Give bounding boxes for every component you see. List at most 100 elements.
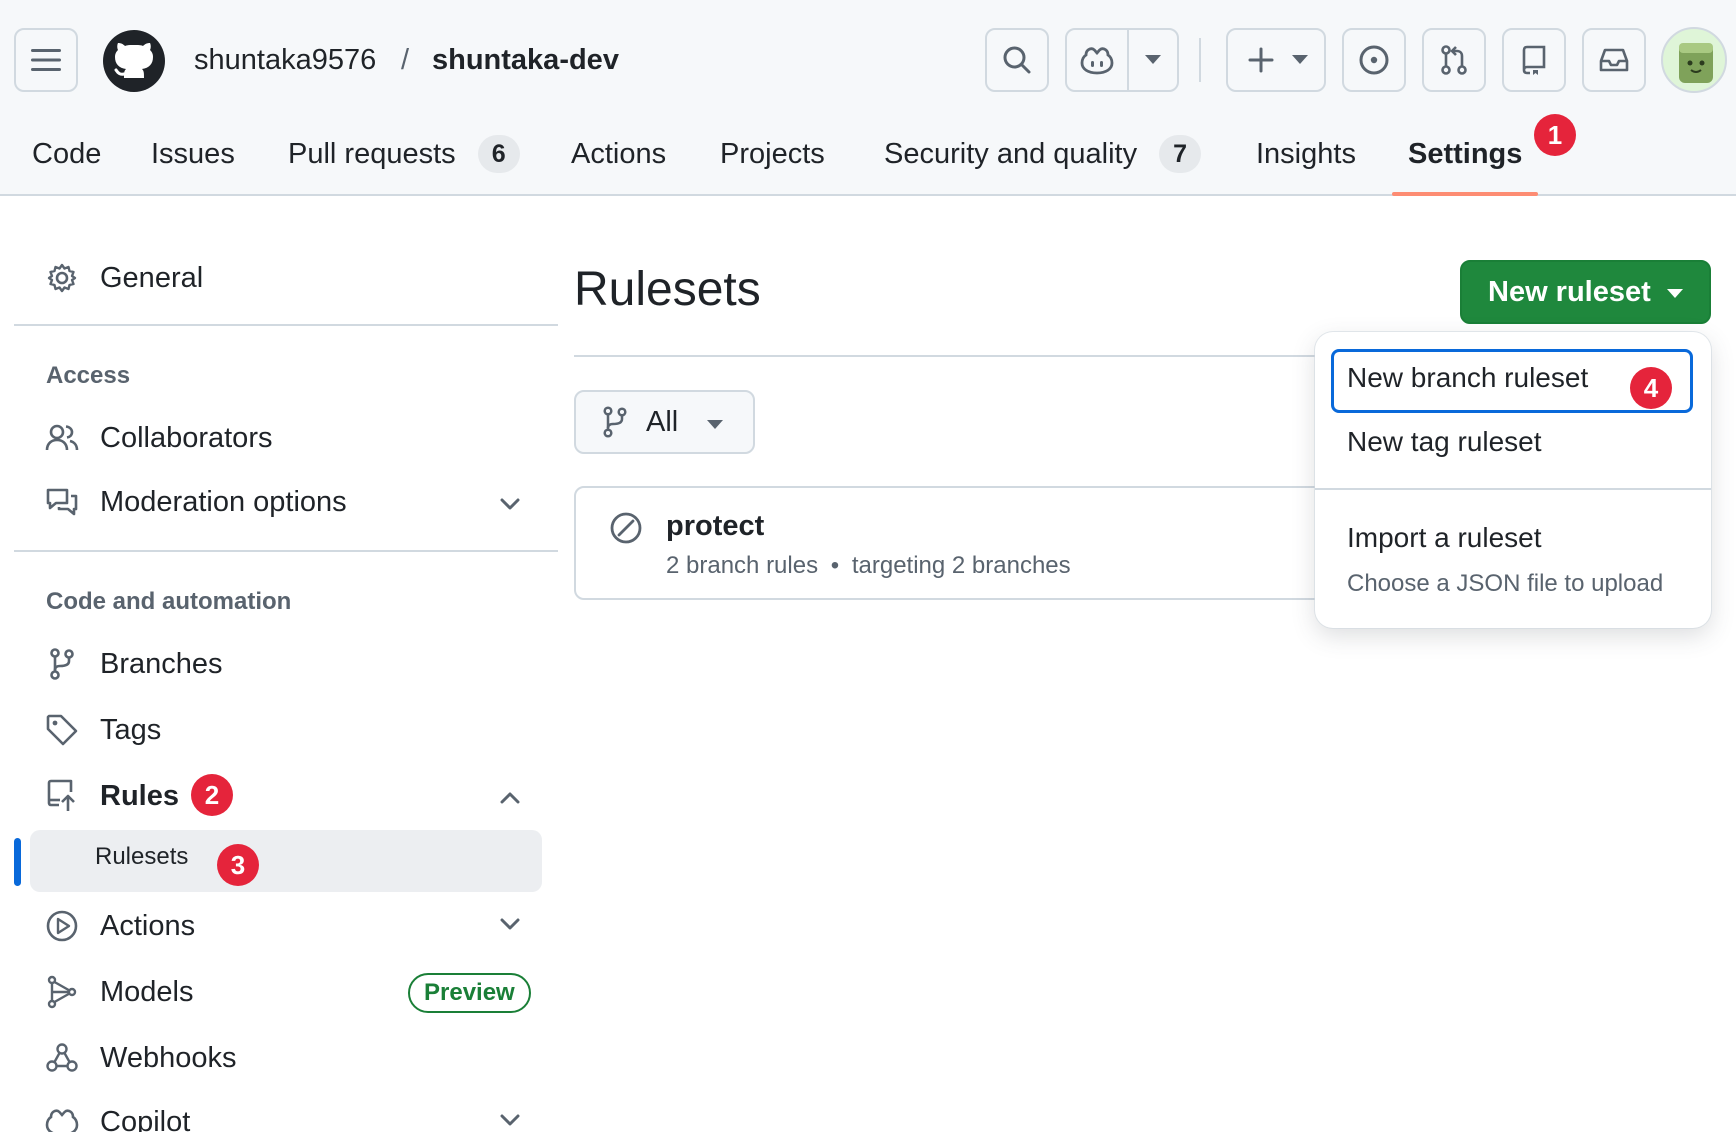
user-avatar[interactable] (1661, 27, 1727, 93)
step-badge-1: 1 (1534, 114, 1576, 156)
copilot-button[interactable] (1067, 45, 1127, 75)
ruleset-targets: targeting 2 branches (851, 552, 1071, 579)
sidebar-item-label: Actions (100, 909, 196, 942)
sidebar-item-label: Copilot (100, 1105, 191, 1132)
step-badge-3: 3 (217, 844, 259, 886)
tab-label: Projects (720, 137, 825, 170)
new-ruleset-label: New ruleset (1488, 275, 1651, 308)
tab-settings[interactable]: Settings (1408, 130, 1522, 178)
repo-nav-tabs: Code Issues Pull requests 6 Actions Proj… (0, 120, 1736, 196)
issue-icon (1359, 45, 1389, 75)
tab-issues[interactable]: Issues (151, 130, 235, 178)
active-indicator (14, 838, 21, 886)
menu-item-new-branch-ruleset[interactable]: New branch ruleset (1347, 362, 1588, 394)
repo-push-icon (44, 778, 80, 814)
filter-value: All (646, 405, 679, 438)
new-ruleset-button[interactable]: New ruleset (1460, 260, 1711, 324)
chevron-down-icon (1667, 289, 1683, 298)
tab-label: Insights (1256, 137, 1356, 170)
pull-requests-button[interactable] (1422, 28, 1486, 92)
sidebar-item-copilot[interactable]: Copilot (44, 1096, 190, 1132)
repo-icon (1522, 45, 1546, 75)
tab-insights[interactable]: Insights (1256, 130, 1356, 178)
sidebar-item-general[interactable]: General (44, 252, 203, 304)
create-new-button[interactable] (1226, 28, 1326, 92)
sidebar-heading-access: Access (46, 362, 131, 389)
sidebar-item-label: General (100, 261, 204, 294)
play-icon (44, 908, 80, 944)
copilot-icon (44, 1104, 80, 1132)
ruleset-meta: 2 branch rules • targeting 2 branches (666, 552, 1071, 580)
chevron-down-icon[interactable] (494, 908, 526, 940)
tab-pull-requests[interactable]: Pull requests 6 (288, 130, 520, 178)
sidebar-item-models[interactable]: Models (44, 966, 194, 1018)
meta-separator: • (830, 552, 840, 579)
branch-icon (44, 646, 80, 682)
menu-item-import-ruleset[interactable]: Import a ruleset (1347, 522, 1542, 554)
tab-label: Actions (571, 137, 667, 170)
target-filter-select[interactable]: All (574, 390, 755, 454)
hamburger-menu-icon (31, 49, 61, 71)
sidebar-item-rules[interactable]: Rules (44, 770, 179, 822)
chevron-down-icon (1292, 55, 1308, 64)
chevron-up-icon[interactable] (494, 782, 526, 814)
avatar-image (1679, 43, 1713, 83)
sidebar-item-label: Tags (100, 713, 162, 746)
sidebar-item-label: Webhooks (100, 1041, 237, 1074)
copilot-split-button[interactable] (1065, 28, 1179, 92)
tab-label: Settings (1408, 137, 1523, 170)
step-badge-4: 4 (1630, 367, 1672, 409)
sidebar-heading-code-and-automation: Code and automation (46, 588, 292, 615)
sidebar-item-collaborators[interactable]: Collaborators (44, 412, 272, 464)
security-count: 7 (1159, 135, 1202, 173)
ruleset-rule-count: 2 branch rules (666, 552, 819, 579)
split-divider (1127, 30, 1129, 90)
chevron-down-icon[interactable] (494, 1104, 526, 1132)
inbox-button[interactable] (1582, 28, 1646, 92)
models-icon (44, 974, 80, 1010)
sidebar-divider (14, 550, 558, 552)
search-button[interactable] (985, 28, 1049, 92)
inbox-icon (1599, 48, 1629, 72)
plus-icon (1248, 47, 1274, 73)
breadcrumb-separator: / (401, 44, 410, 76)
sidebar-item-moderation-options[interactable]: Moderation options (44, 476, 347, 528)
copilot-caret-icon[interactable] (1145, 55, 1161, 64)
repositories-button[interactable] (1502, 28, 1566, 92)
issues-button[interactable] (1342, 28, 1406, 92)
pull-requests-count: 6 (477, 135, 520, 173)
tab-code[interactable]: Code (32, 130, 101, 178)
sidebar-item-actions[interactable]: Actions (44, 900, 195, 952)
page-title: Rulesets (574, 263, 761, 316)
ruleset-name[interactable]: protect (666, 510, 764, 543)
sidebar-item-label: Models (100, 975, 194, 1008)
sidebar-item-branches[interactable]: Branches (44, 638, 223, 690)
top-bar: shuntaka9576 / shuntaka-dev (0, 0, 1736, 120)
chevron-down-icon[interactable] (494, 488, 526, 520)
sidebar-item-label: Moderation options (100, 485, 347, 518)
tab-projects[interactable]: Projects (720, 130, 825, 178)
tab-security-and-quality[interactable]: Security and quality 7 (884, 130, 1202, 178)
tab-label: Code (32, 137, 102, 170)
copilot-icon (1080, 47, 1114, 75)
tag-icon (44, 712, 80, 748)
breadcrumb-owner[interactable]: shuntaka9576 (194, 40, 376, 80)
menu-item-new-tag-ruleset[interactable]: New tag ruleset (1347, 426, 1542, 458)
branch-icon (603, 406, 627, 438)
divider (1199, 38, 1201, 82)
sidebar-item-label: Collaborators (100, 421, 273, 454)
hamburger-menu-button[interactable] (14, 28, 78, 92)
comment-discussion-icon (44, 484, 80, 520)
sidebar-item-webhooks[interactable]: Webhooks (44, 1032, 237, 1084)
tab-label: Security and quality (884, 137, 1138, 170)
tab-actions[interactable]: Actions (571, 130, 666, 178)
pull-request-icon (1441, 45, 1467, 75)
people-icon (44, 420, 80, 456)
menu-divider (1315, 488, 1711, 490)
sidebar-item-label: Branches (100, 647, 223, 680)
github-logo-icon[interactable] (103, 30, 165, 92)
sidebar-item-tags[interactable]: Tags (44, 704, 161, 756)
repo-header: shuntaka9576 / shuntaka-dev Code Issues … (0, 0, 1736, 196)
breadcrumb-repo[interactable]: shuntaka-dev (432, 40, 619, 80)
disabled-icon (610, 512, 642, 544)
